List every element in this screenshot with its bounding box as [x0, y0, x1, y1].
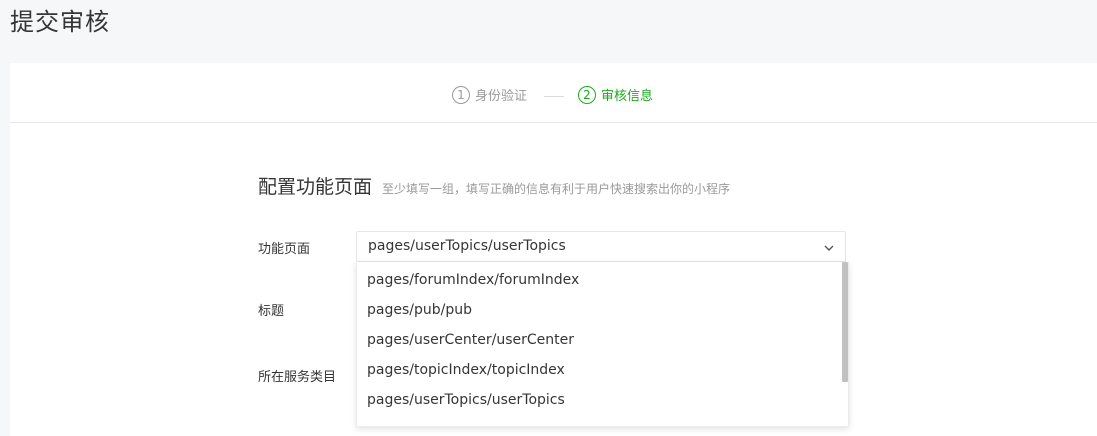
dropdown-scrollbar[interactable]	[842, 262, 848, 382]
section-title: 配置功能页面	[258, 176, 373, 198]
dropdown-option[interactable]: pages/forumIndex/forumIndex	[367, 265, 579, 295]
step-label: 审核信息	[601, 89, 654, 104]
step-identity-verification: 1 身份验证	[452, 85, 527, 104]
submit-review-card: 1 身份验证 2 审核信息 配置功能页面 至少填写一组，填写正确的信息有利于用户…	[10, 63, 1097, 436]
step-review-info: 2 审核信息	[578, 85, 653, 104]
dropdown-option[interactable]: pages/topicIndex/topicIndex	[367, 355, 565, 385]
select-value: pages/userTopics/userTopics	[368, 238, 566, 254]
step-number: 1	[452, 85, 470, 104]
step-label: 身份验证	[475, 89, 528, 104]
dropdown-option[interactable]: pages/userTopics/userTopics	[367, 385, 565, 415]
step-divider	[544, 96, 564, 97]
page-title: 提交审核	[10, 8, 110, 36]
chevron-down-icon	[824, 245, 834, 251]
step-indicator: 1 身份验证 2 审核信息	[10, 63, 1097, 123]
section-heading: 配置功能页面 至少填写一组，填写正确的信息有利于用户快速搜索出你的小程序	[258, 172, 730, 199]
title-label: 标题	[258, 304, 285, 319]
function-page-dropdown: pages/forumIndex/forumIndex pages/pub/pu…	[356, 262, 849, 427]
step-number: 2	[578, 85, 596, 104]
function-page-label: 功能页面	[258, 242, 311, 257]
dropdown-option[interactable]: pages/userCenter/userCenter	[367, 325, 574, 355]
section-subtitle: 至少填写一组，填写正确的信息有利于用户快速搜索出你的小程序	[382, 182, 731, 196]
dropdown-option[interactable]: pages/pub/pub	[367, 295, 472, 325]
function-page-select[interactable]: pages/userTopics/userTopics	[356, 231, 846, 262]
service-category-label: 所在服务类目	[258, 370, 337, 385]
